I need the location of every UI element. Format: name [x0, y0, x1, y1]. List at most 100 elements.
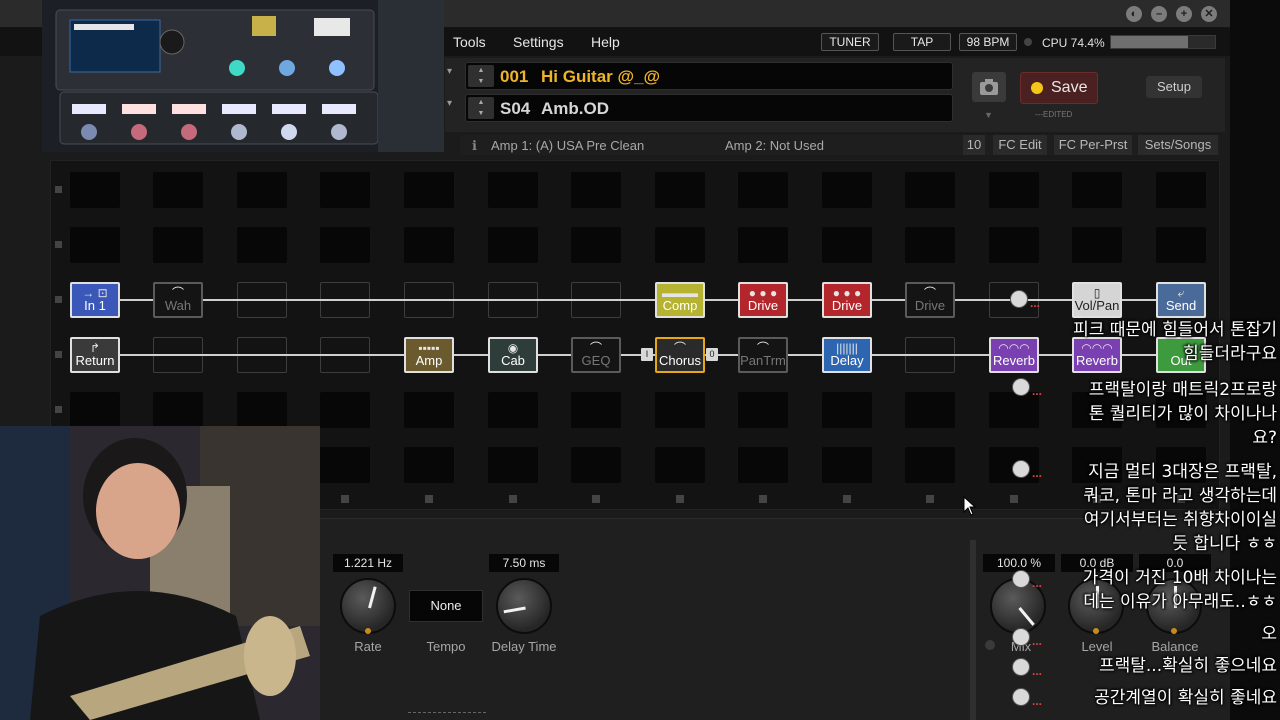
row-handle[interactable]: [55, 296, 62, 303]
grid-cell[interactable]: [1156, 172, 1206, 208]
sets-songs-button[interactable]: Sets/Songs: [1138, 135, 1218, 155]
grid-cell[interactable]: [488, 227, 538, 263]
effect-block-reverb[interactable]: ◠◠◠ Reverb: [989, 337, 1039, 373]
grid-cell[interactable]: [905, 227, 955, 263]
grid-cell[interactable]: [822, 172, 872, 208]
grid-cell[interactable]: [989, 227, 1039, 263]
column-handle[interactable]: [592, 495, 600, 503]
grid-cell[interactable]: [404, 392, 454, 428]
column-handle[interactable]: [1010, 495, 1018, 503]
grid-cell[interactable]: [488, 392, 538, 428]
menu-tools[interactable]: Tools: [453, 34, 486, 50]
grid-cell[interactable]: [1072, 172, 1122, 208]
grid-cell[interactable]: [320, 172, 370, 208]
effect-block-drive[interactable]: ⌒ Drive: [905, 282, 955, 318]
grid-cell[interactable]: [655, 172, 705, 208]
grid-cell[interactable]: [571, 392, 621, 428]
fc-per-preset-button[interactable]: FC Per-Prst: [1054, 135, 1132, 155]
effect-block-pantrm[interactable]: ⌒ PanTrm: [738, 337, 788, 373]
grid-cell[interactable]: [905, 392, 955, 428]
grid-cell[interactable]: [1156, 227, 1206, 263]
column-handle[interactable]: [425, 495, 433, 503]
grid-cell[interactable]: [905, 172, 955, 208]
chorus-io-tag[interactable]: I: [641, 348, 653, 361]
grid-cell[interactable]: [655, 392, 705, 428]
tap-tempo-button[interactable]: TAP: [893, 33, 951, 51]
column-handle[interactable]: [843, 495, 851, 503]
row-handle[interactable]: [55, 406, 62, 413]
grid-cell[interactable]: [1072, 227, 1122, 263]
grid-cell[interactable]: [989, 172, 1039, 208]
grid-cell[interactable]: [237, 392, 287, 428]
grid-cell[interactable]: [153, 172, 203, 208]
bpm-display[interactable]: 98 BPM: [959, 33, 1017, 51]
minimize-button[interactable]: –: [1151, 6, 1167, 22]
effect-block-comp[interactable]: ▬▬▬ Comp: [655, 282, 705, 318]
column-handle[interactable]: [341, 495, 349, 503]
info-icon[interactable]: ℹ: [472, 138, 477, 154]
row-handle[interactable]: [55, 186, 62, 193]
grid-cell[interactable]: [153, 227, 203, 263]
effect-block-delay[interactable]: ||||||| Delay: [822, 337, 872, 373]
settings-window-icon[interactable]: ◐: [1126, 6, 1142, 22]
scene-selector[interactable]: ▲ ▼ S04 Amb.OD: [465, 94, 953, 122]
grid-cell[interactable]: [404, 227, 454, 263]
grid-cell[interactable]: [905, 447, 955, 483]
grid-cell[interactable]: [70, 392, 120, 428]
effect-block-in-1[interactable]: → ⊡ In 1: [70, 282, 120, 318]
scene-dropdown-icon[interactable]: ▾: [447, 98, 452, 109]
parameter-scrollbar[interactable]: [970, 540, 976, 720]
effect-block-cab[interactable]: ◉ Cab: [488, 337, 538, 373]
grid-cell[interactable]: [822, 227, 872, 263]
grid-cell[interactable]: [655, 227, 705, 263]
grid-cell[interactable]: [404, 447, 454, 483]
column-handle[interactable]: [759, 495, 767, 503]
grid-cell[interactable]: [237, 172, 287, 208]
effect-block-send[interactable]: ⤶ Send: [1156, 282, 1206, 318]
grid-cell[interactable]: [320, 447, 370, 483]
preset-selector[interactable]: ▲ ▼ 001 Hi Guitar @_@: [465, 62, 953, 90]
grid-cell[interactable]: [738, 227, 788, 263]
grid-cell[interactable]: [320, 392, 370, 428]
effect-block-geq[interactable]: ⌒ GEQ: [571, 337, 621, 373]
grid-cell[interactable]: [70, 172, 120, 208]
grid-cell[interactable]: [488, 447, 538, 483]
delay-time-knob[interactable]: [496, 578, 552, 634]
setup-button[interactable]: Setup: [1146, 76, 1202, 98]
effect-block-chorus[interactable]: ⌒ Chorus: [655, 337, 705, 373]
grid-cell[interactable]: [738, 447, 788, 483]
menu-settings[interactable]: Settings: [513, 34, 564, 50]
grid-cell[interactable]: [571, 447, 621, 483]
close-button[interactable]: ✕: [1201, 6, 1217, 22]
down-arrow-icon[interactable]: ▼: [468, 108, 494, 119]
mix-bypass-icon[interactable]: [985, 640, 995, 650]
row-handle[interactable]: [55, 241, 62, 248]
snapshot-dropdown-icon[interactable]: ▼: [984, 110, 993, 120]
column-handle[interactable]: [676, 495, 684, 503]
save-button[interactable]: Save: [1020, 72, 1098, 104]
maximize-button[interactable]: +: [1176, 6, 1192, 22]
grid-cell[interactable]: [237, 227, 287, 263]
up-arrow-icon[interactable]: ▲: [468, 97, 494, 108]
grid-cell[interactable]: [822, 392, 872, 428]
grid-cell[interactable]: [738, 172, 788, 208]
snapshot-button[interactable]: [972, 72, 1006, 102]
grid-cell[interactable]: [822, 447, 872, 483]
effect-block-vol-pan[interactable]: ▯ Vol/Pan: [1072, 282, 1122, 318]
grid-cell[interactable]: [320, 227, 370, 263]
scene-stepper[interactable]: ▲ ▼: [468, 97, 494, 119]
effect-block-return[interactable]: ↱ Return: [70, 337, 120, 373]
column-handle[interactable]: [509, 495, 517, 503]
grid-cell[interactable]: [655, 447, 705, 483]
effect-block-amp[interactable]: ▪▪▪▪▪ Amp: [404, 337, 454, 373]
grid-cell[interactable]: [488, 172, 538, 208]
tuner-button[interactable]: TUNER: [821, 33, 879, 51]
effect-block-reverb[interactable]: ◠◠◠ Reverb: [1072, 337, 1122, 373]
menu-help[interactable]: Help: [591, 34, 620, 50]
fc-number-button[interactable]: 10: [963, 135, 985, 155]
row-handle[interactable]: [55, 351, 62, 358]
down-arrow-icon[interactable]: ▼: [468, 76, 494, 87]
tempo-selector[interactable]: None: [409, 590, 483, 622]
chorus-io-tag[interactable]: 0: [706, 348, 718, 361]
grid-cell[interactable]: [571, 227, 621, 263]
